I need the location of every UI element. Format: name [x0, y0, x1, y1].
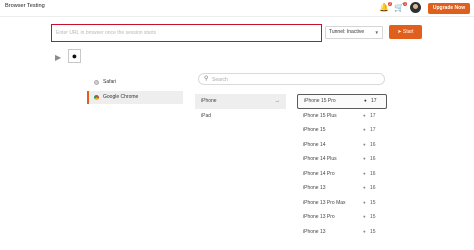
- apple-icon: ●: [364, 98, 367, 103]
- apple-icon: ●: [363, 141, 366, 147]
- model-name: iPhone 13 Pro Max: [303, 199, 346, 206]
- model-row[interactable]: iPhone 15 Plus ● 17: [297, 109, 387, 124]
- url-input[interactable]: [51, 24, 322, 42]
- notification-badge: 2: [388, 2, 392, 6]
- app-title: Browser Testing: [5, 3, 45, 9]
- arrow-right-icon: →: [274, 98, 281, 104]
- search-icon: ⚲: [204, 76, 209, 82]
- apple-icon[interactable]: ●: [68, 49, 81, 63]
- browser-item-safari[interactable]: Safari: [87, 76, 183, 89]
- os-version: 17: [370, 127, 376, 133]
- browser-label: Safari: [103, 79, 117, 85]
- os-version: 15: [370, 199, 376, 206]
- os-version: 16: [370, 170, 376, 177]
- model-row[interactable]: iPhone 13 ● 15: [297, 225, 387, 240]
- os-version: 17: [371, 98, 377, 104]
- tunnel-select[interactable]: Tunnel: Inactive ▼: [325, 26, 383, 39]
- model-name: iPhone 13 Pro: [303, 214, 335, 220]
- android-icon[interactable]: ▶: [55, 53, 63, 62]
- chevron-down-icon: ▼: [374, 30, 379, 35]
- model-name: iPhone 13: [303, 185, 326, 191]
- search-input[interactable]: [212, 75, 372, 84]
- os-version: 16: [370, 141, 376, 148]
- model-row[interactable]: iPhone 13 Pro ● 15: [297, 210, 387, 225]
- os-version: 16: [370, 156, 376, 162]
- apple-icon: ●: [363, 112, 366, 118]
- device-search: ⚲: [198, 73, 385, 85]
- device-type-iphone[interactable]: iPhone →: [195, 94, 286, 109]
- browser-list: Safari Google Chrome: [87, 76, 183, 106]
- browser-label: Google Chrome: [103, 94, 139, 100]
- os-version: 15: [370, 214, 376, 220]
- upgrade-now-button[interactable]: Upgrade Now: [428, 3, 470, 14]
- os-version: 17: [370, 112, 376, 119]
- apple-icon: ●: [363, 170, 366, 176]
- model-name: iPhone 15: [303, 127, 326, 133]
- top-header: Browser Testing 🔔 2 🛒 1 Upgrade Now: [0, 0, 474, 17]
- model-row[interactable]: iPhone 14 Pro ● 16: [297, 167, 387, 182]
- model-name: iPhone 14 Pro: [303, 170, 335, 177]
- model-name: iPhone 15 Pro: [304, 98, 336, 104]
- safari-icon: [94, 80, 99, 85]
- browser-item-chrome[interactable]: Google Chrome: [87, 91, 183, 104]
- model-row[interactable]: iPhone 15 Pro ● 17: [297, 94, 387, 109]
- start-label: Start: [403, 29, 414, 35]
- model-row[interactable]: iPhone 14 Plus ● 16: [297, 152, 387, 167]
- apple-icon: ●: [363, 199, 366, 205]
- apple-icon: ●: [363, 228, 366, 234]
- start-button[interactable]: ➤ Start: [389, 25, 422, 39]
- cart-icon[interactable]: 🛒 1: [394, 2, 407, 13]
- device-type-list: iPhone → iPad: [195, 94, 286, 124]
- model-row[interactable]: iPhone 14 ● 16: [297, 138, 387, 153]
- model-name: iPhone 14: [303, 141, 326, 148]
- model-name: iPhone 15 Plus: [303, 112, 337, 119]
- device-type-label: iPhone: [201, 98, 217, 104]
- avatar[interactable]: [410, 2, 421, 13]
- model-row[interactable]: iPhone 13 Pro Max ● 15: [297, 196, 387, 211]
- apple-icon: ●: [363, 214, 366, 219]
- device-type-label: iPad: [201, 113, 212, 119]
- apple-icon: ●: [363, 156, 366, 161]
- model-name: iPhone 14 Plus: [303, 156, 337, 162]
- device-model-list: iPhone 15 Pro ● 17 iPhone 15 Plus ● 17 i…: [297, 94, 387, 240]
- bell-icon[interactable]: 🔔 2: [379, 2, 392, 13]
- model-row[interactable]: iPhone 13 ● 16: [297, 181, 387, 196]
- os-version: 15: [370, 228, 376, 235]
- model-row[interactable]: iPhone 15 ● 17: [297, 123, 387, 138]
- cart-badge: 1: [403, 2, 407, 6]
- chrome-icon: [94, 95, 99, 100]
- tunnel-label: Tunnel: Inactive: [329, 29, 365, 35]
- paper-plane-icon: ➤: [397, 29, 402, 35]
- apple-icon: ●: [363, 185, 366, 190]
- apple-icon: ●: [363, 127, 366, 132]
- device-type-ipad[interactable]: iPad: [195, 109, 286, 124]
- os-version: 16: [370, 185, 376, 191]
- model-name: iPhone 13: [303, 228, 326, 235]
